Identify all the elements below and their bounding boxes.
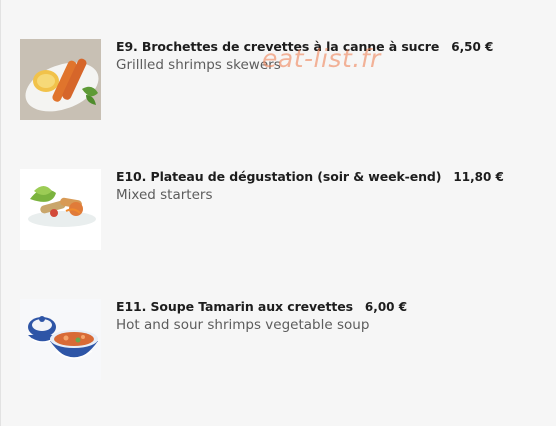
menu-item-name: E11. Soupe Tamarin aux crevettes (116, 299, 353, 314)
menu-item-price: 6,50 € (451, 40, 494, 54)
shrimp-skewers-photo (20, 39, 101, 120)
menu-item-name: E9. Brochettes de crevettes à la canne à… (116, 39, 440, 54)
menu-item-name: E10. Plateau de dégustation (soir & week… (116, 169, 442, 184)
menu-item-description: Grillled shrimps skewers (116, 57, 281, 73)
menu-item[interactable]: E9. Brochettes de crevettes à la canne à… (20, 39, 540, 121)
tamarind-soup-photo (20, 299, 101, 380)
menu-item-info: E9. Brochettes de crevettes à la canne à… (116, 39, 540, 73)
mixed-starters-photo (20, 169, 101, 250)
menu-item-info: E11. Soupe Tamarin aux crevettes 6,00 € … (116, 299, 540, 333)
menu-item-price: 11,80 € (453, 170, 504, 184)
menu-item-info: E10. Plateau de dégustation (soir & week… (116, 169, 540, 203)
menu-item-description: Mixed starters (116, 187, 213, 203)
page-left-border (0, 0, 1, 426)
menu-item[interactable]: E11. Soupe Tamarin aux crevettes 6,00 € … (20, 299, 540, 381)
menu-item-description: Hot and sour shrimps vegetable soup (116, 317, 370, 333)
menu-item[interactable]: E10. Plateau de dégustation (soir & week… (20, 169, 540, 251)
menu-item-price: 6,00 € (364, 300, 408, 314)
